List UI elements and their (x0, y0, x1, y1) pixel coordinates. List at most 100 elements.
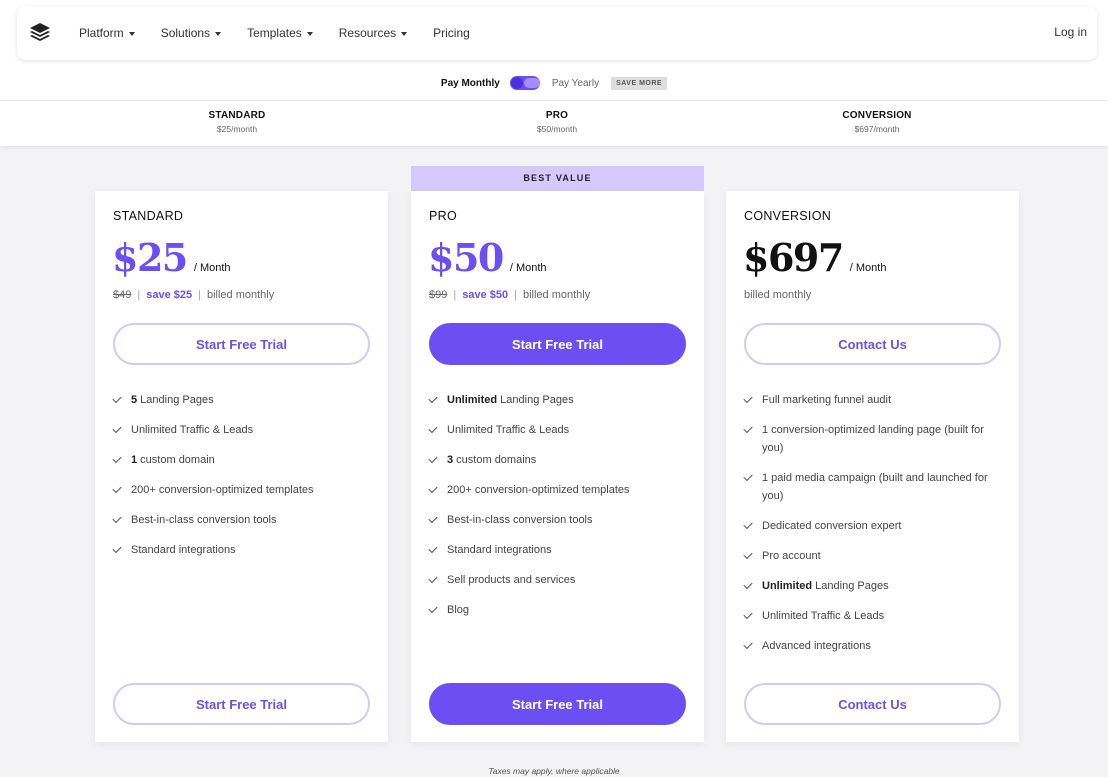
save-more-badge: SAVE MORE (611, 76, 668, 90)
nav-pricing-label: Pricing (433, 26, 470, 40)
check-icon (743, 393, 753, 404)
check-icon (743, 423, 753, 434)
navbar: Platform Solutions Templates Resources P… (17, 6, 1097, 60)
feature-item: Standard integrations (112, 541, 368, 559)
feature-item: Standard integrations (428, 541, 684, 559)
price-details: $99 | save $50 | billed monthly (429, 289, 590, 301)
toggle-track (523, 78, 540, 88)
feature-text: Unlimited Landing Pages (762, 580, 889, 592)
strip-conversion[interactable]: CONVERSION $697/month (777, 110, 977, 134)
contact-us-button-bottom[interactable]: Contact Us (744, 683, 1001, 725)
check-icon (428, 603, 438, 614)
plan-card-pro: PRO $50 / Month $99 | save $50 | billed mont… (411, 191, 704, 742)
start-free-trial-button[interactable]: Start Free Trial (429, 323, 686, 365)
feature-list: Unlimited Landing Pages Unlimited Traffic… (428, 391, 684, 631)
feature-item: Best-in-class conversion tools (428, 511, 684, 529)
savings: save $25 (146, 289, 193, 301)
start-free-trial-button[interactable]: Start Free Trial (113, 323, 370, 365)
best-value-badge: BEST VALUE (411, 166, 704, 191)
check-icon (743, 471, 753, 482)
check-icon (428, 453, 438, 464)
plan-name: STANDARD (113, 209, 184, 223)
feature-text: Best-in-class conversion tools (131, 514, 277, 526)
check-icon (112, 393, 122, 404)
feature-item: Blog (428, 601, 684, 619)
old-price: $99 (429, 289, 448, 301)
feature-text: 200+ conversion-optimized templates (131, 484, 314, 496)
feature-text: 1 custom domain (131, 454, 215, 466)
check-icon (743, 519, 753, 530)
feature-item: Unlimited Traffic & Leads (428, 421, 684, 439)
feature-text: Pro account (762, 550, 821, 562)
check-icon (743, 549, 753, 560)
feature-text: Standard integrations (131, 544, 236, 556)
feature-text: 1 paid media campaign (built and launche… (762, 472, 988, 502)
login-link[interactable]: Log in (1054, 25, 1087, 39)
separator: | (514, 289, 517, 301)
strip-plan-name: PRO (545, 110, 569, 121)
pay-monthly-label[interactable]: Pay Monthly (441, 78, 500, 89)
feature-item: Unlimited Landing Pages (428, 391, 684, 409)
price-period: / Month (193, 262, 231, 274)
feature-text: 200+ conversion-optimized templates (447, 484, 630, 496)
feature-list: 5 Landing Pages Unlimited Traffic & Leads… (112, 391, 368, 571)
nav-templates-label: Templates (247, 26, 302, 40)
price-row: $25 / Month (112, 235, 231, 280)
nav-platform-label: Platform (79, 26, 124, 40)
feature-item: Sell products and services (428, 571, 684, 589)
separator: | (453, 289, 457, 301)
billing-toggle-row: Pay Monthly Pay Yearly SAVE MORE (0, 74, 1108, 92)
price-details: $49 | save $25 | billed monthly (113, 289, 274, 301)
nav-resources-label: Resources (338, 26, 397, 40)
separator: | (198, 289, 201, 301)
feature-item: 5 Landing Pages (112, 391, 368, 409)
billing-toggle[interactable] (509, 76, 540, 90)
feature-item: 1 custom domain (112, 451, 368, 469)
tax-footnote: Taxes may apply, where applicable (488, 766, 620, 776)
check-icon (743, 579, 753, 590)
start-free-trial-button-bottom[interactable]: Start Free Trial (113, 683, 370, 725)
nav-resources[interactable]: Resources (338, 26, 408, 40)
plan-price: $697 (743, 235, 844, 280)
billing-note: billed monthly (744, 289, 812, 301)
feature-item: 1 paid media campaign (built and launche… (743, 469, 999, 505)
strip-pro[interactable]: PRO $50/month (457, 110, 657, 134)
nav-solutions-label: Solutions (160, 26, 211, 40)
contact-us-button[interactable]: Contact Us (744, 323, 1001, 365)
check-icon (428, 573, 438, 584)
strip-standard[interactable]: STANDARD $25/month (137, 110, 337, 134)
feature-list: Full marketing funnel audit 1 conversion-… (743, 391, 999, 667)
nav-platform[interactable]: Platform (79, 26, 135, 40)
price-row: $50 / Month (428, 235, 547, 280)
feature-text: Unlimited Traffic & Leads (447, 424, 570, 436)
price-details: billed monthly (744, 289, 811, 301)
feature-text: Best-in-class conversion tools (447, 514, 593, 526)
check-icon (428, 483, 438, 494)
check-icon (743, 639, 753, 650)
price-period: / Month (849, 262, 887, 274)
feature-item: 200+ conversion-optimized templates (112, 481, 368, 499)
plan-name: PRO (429, 209, 457, 223)
start-free-trial-button-bottom[interactable]: Start Free Trial (429, 683, 686, 725)
pay-yearly-label[interactable]: Pay Yearly (552, 78, 599, 89)
plan-price: $25 (112, 235, 188, 280)
nav-templates[interactable]: Templates (247, 26, 313, 40)
check-icon (428, 513, 438, 524)
layers-logo-icon[interactable] (29, 21, 51, 43)
feature-text: Unlimited Traffic & Leads (131, 424, 254, 436)
chevron-down-icon (215, 31, 222, 36)
check-icon (112, 513, 122, 524)
feature-item: Unlimited Traffic & Leads (743, 607, 999, 625)
check-icon (112, 423, 122, 434)
strip-plan-name: STANDARD (208, 110, 266, 121)
billing-note: billed monthly (522, 289, 591, 301)
feature-text: Dedicated conversion expert (762, 520, 902, 532)
nav-solutions[interactable]: Solutions (160, 26, 222, 40)
strip-plan-price: $50/month (536, 124, 578, 134)
nav-pricing[interactable]: Pricing (433, 26, 470, 40)
chevron-down-icon (401, 31, 408, 36)
check-icon (428, 393, 438, 404)
check-icon (112, 543, 122, 554)
billing-note: billed monthly (206, 289, 275, 301)
old-price: $49 (113, 289, 132, 301)
